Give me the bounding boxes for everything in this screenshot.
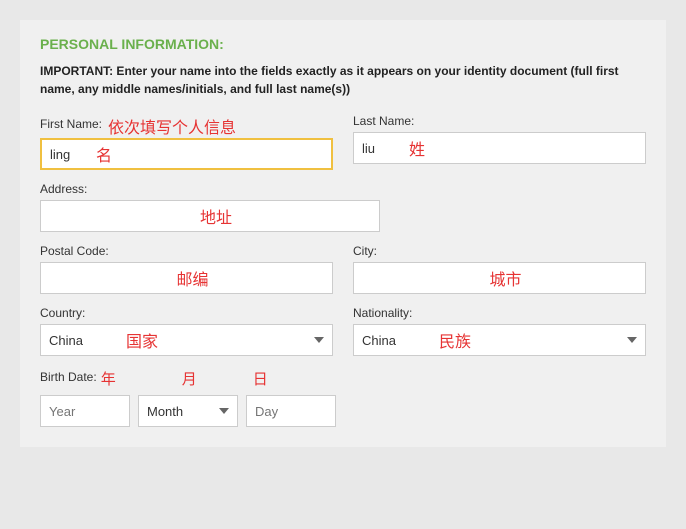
important-notice: IMPORTANT: Enter your name into the fiel… [40, 62, 646, 98]
postal-code-label: Postal Code: [40, 244, 333, 258]
address-input[interactable] [40, 200, 380, 232]
last-name-group: Last Name: 姓 [353, 114, 646, 170]
birth-date-section: Birth Date: 年 月 日 Month January February… [40, 368, 646, 427]
birth-date-label-row: Birth Date: 年 月 日 [40, 368, 646, 389]
address-group: Address: 地址 [40, 182, 380, 232]
country-group: Country: China United States United King… [40, 306, 333, 356]
last-name-label: Last Name: [353, 114, 414, 128]
first-name-hint-annotation: 依次填写个人信息 [108, 114, 236, 138]
birth-day-group [246, 395, 336, 427]
country-label: Country: [40, 306, 333, 320]
postal-code-input[interactable] [40, 262, 333, 294]
address-row: Address: 地址 [40, 182, 646, 232]
postal-code-group: Postal Code: 邮编 [40, 244, 333, 294]
birth-year-input[interactable] [40, 395, 130, 427]
postal-city-row: Postal Code: 邮编 City: 城市 [40, 244, 646, 294]
name-row: First Name: 依次填写个人信息 名 Last Name: 姓 [40, 114, 646, 170]
birth-year-char-label: 年 [101, 368, 116, 389]
city-input[interactable] [353, 262, 646, 294]
birth-month-select[interactable]: Month January February March April May J… [138, 395, 238, 427]
birth-year-group [40, 395, 130, 427]
last-name-label-row: Last Name: [353, 114, 646, 132]
first-name-label: First Name: [40, 117, 102, 131]
first-name-input[interactable] [40, 138, 333, 170]
birth-month-char-label: 月 [182, 368, 197, 389]
country-select[interactable]: China United States United Kingdom Other [40, 324, 333, 356]
first-name-label-row: First Name: 依次填写个人信息 [40, 114, 333, 138]
country-nationality-row: Country: China United States United King… [40, 306, 646, 356]
birth-day-char-label: 日 [253, 368, 268, 389]
nationality-label: Nationality: [353, 306, 646, 320]
nationality-group: Nationality: China United States United … [353, 306, 646, 356]
city-label: City: [353, 244, 646, 258]
address-label: Address: [40, 182, 380, 196]
section-title: PERSONAL INFORMATION: [40, 36, 646, 52]
birth-month-group: Month January February March April May J… [138, 395, 238, 427]
last-name-input[interactable] [353, 132, 646, 164]
birth-day-input[interactable] [246, 395, 336, 427]
city-group: City: 城市 [353, 244, 646, 294]
birth-date-label: Birth Date: [40, 370, 97, 384]
nationality-select[interactable]: China United States United Kingdom Other [353, 324, 646, 356]
birth-date-inputs: Month January February March April May J… [40, 395, 646, 427]
first-name-group: First Name: 依次填写个人信息 名 [40, 114, 333, 170]
personal-information-section: PERSONAL INFORMATION: IMPORTANT: Enter y… [20, 20, 666, 447]
